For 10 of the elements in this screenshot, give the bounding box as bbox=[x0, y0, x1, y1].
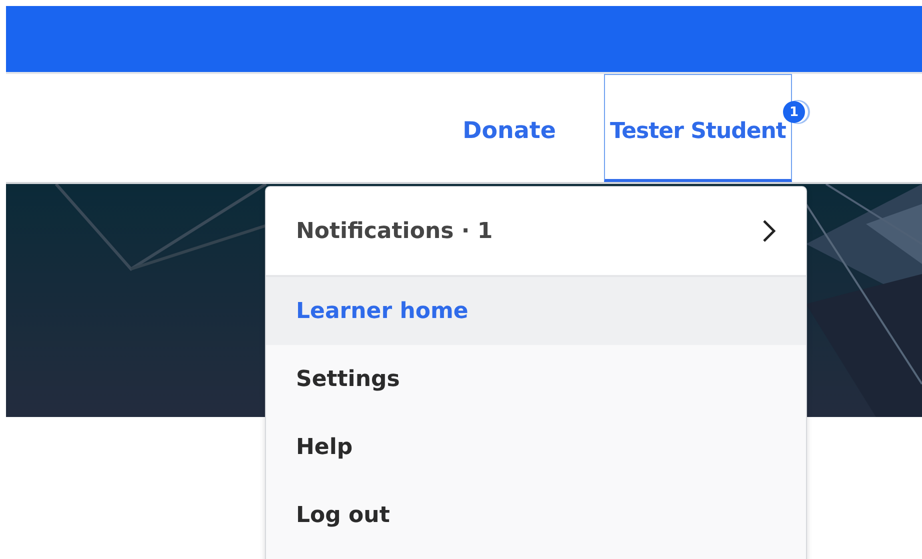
menu-item[interactable]: Learner home bbox=[266, 277, 806, 345]
notifications-label: Notifications · 1 bbox=[296, 218, 493, 244]
menu-item[interactable]: Help bbox=[266, 413, 806, 481]
chevron-right-icon bbox=[762, 219, 776, 243]
notifications-row[interactable]: Notifications · 1 bbox=[266, 187, 806, 277]
nav-link[interactable]: Donate bbox=[462, 74, 556, 182]
notification-badge: 1 bbox=[783, 101, 805, 123]
menu-item[interactable]: Settings bbox=[266, 345, 806, 413]
user-menu-button[interactable]: Tester Student bbox=[604, 74, 792, 182]
menu-item[interactable]: Log out bbox=[266, 481, 806, 549]
